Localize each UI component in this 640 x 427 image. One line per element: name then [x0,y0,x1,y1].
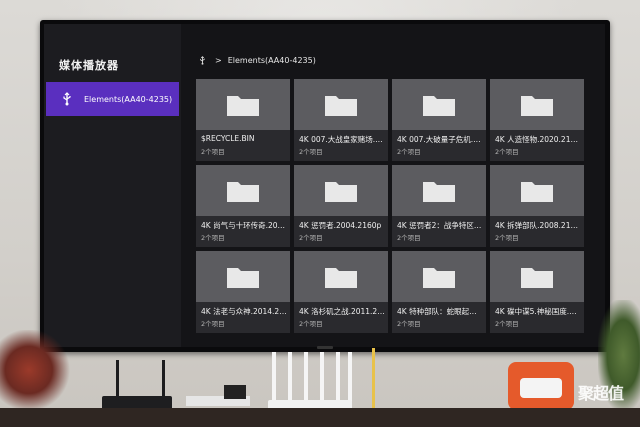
folder-tile[interactable]: 4K 惩罚者.2004.2160p 2个项目 [294,165,388,247]
usb-icon [63,92,71,106]
breadcrumb: > Elements(AA40-4235) [198,55,316,66]
folder-count: 2个项目 [397,148,421,156]
folder-thumbnail [490,251,584,302]
folder-tile[interactable]: 4K 007.大战皇家赌场.2006 2个项目 [294,79,388,161]
folder-name: 4K 尚气与十环传奇.2021 [201,221,287,230]
folder-tile[interactable]: 4K 尚气与十环传奇.2021 2个项目 [196,165,290,247]
folder-icon [227,95,259,116]
folder-name: 4K 人造怪物.2020.2160p [495,135,581,144]
white-router-antenna [320,352,324,402]
folder-tile[interactable]: 4K 碟中谍5.神秘国度.2015 2个项目 [490,251,584,333]
white-router-antenna [288,352,292,402]
folder-icon [325,95,357,116]
folder-name: 4K 惩罚者2：战争特区.2008 [397,221,483,230]
folder-count: 2个项目 [495,234,519,242]
folder-icon [325,181,357,202]
usb-icon [200,56,205,65]
folder-name: 4K 洛杉矶之战.2011.2160p [299,307,385,316]
breadcrumb-path[interactable]: Elements(AA40-4235) [228,56,316,65]
white-router-antenna [348,352,352,402]
main-panel: > Elements(AA40-4235) $RECYCLE.BIN 2个项目 … [181,24,605,347]
folder-tile[interactable]: 4K 法老与众神.2014.2160p 2个项目 [196,251,290,333]
folder-count: 2个项目 [397,320,421,328]
folder-count: 2个项目 [495,320,519,328]
decorative-plant [0,330,72,410]
sidebar: 媒体播放器 Elements(AA40-4235) [44,24,181,347]
tv-logo [317,346,333,349]
folder-icon [227,267,259,288]
white-router-antenna [336,352,340,402]
folder-name: 4K 惩罚者.2004.2160p [299,221,382,230]
folder-tile[interactable]: 4K 惩罚者2：战争特区.2008 2个项目 [392,165,486,247]
folder-thumbnail [392,251,486,302]
folder-icon [423,95,455,116]
shelf [0,408,640,427]
folder-thumbnail [294,165,388,216]
folder-icon [423,267,455,288]
folder-count: 2个项目 [299,234,323,242]
folder-count: 2个项目 [201,320,225,328]
app-title: 媒体播放器 [59,59,119,72]
folder-icon [423,181,455,202]
folder-tile[interactable]: 4K 特种部队：蛇眼起源.2021 2个项目 [392,251,486,333]
folder-name: 4K 法老与众神.2014.2160p [201,307,287,316]
folder-tile[interactable]: 4K 007.大破量子危机.2008 2个项目 [392,79,486,161]
folder-thumbnail [490,79,584,130]
black-box [224,385,246,399]
folder-icon [227,181,259,202]
folder-thumbnail [392,165,486,216]
folder-name: 4K 007.大破量子危机.2008 [397,135,483,144]
folder-tile[interactable]: 4K 人造怪物.2020.2160p 2个项目 [490,79,584,161]
folder-grid: $RECYCLE.BIN 2个项目 4K 007.大战皇家赌场.2006 2个项… [196,79,586,339]
folder-tile[interactable]: $RECYCLE.BIN 2个项目 [196,79,290,161]
folder-thumbnail [392,79,486,130]
folder-name: 4K 拆弹部队.2008.2160p [495,221,581,230]
folder-tile[interactable]: 4K 拆弹部队.2008.2160p 2个项目 [490,165,584,247]
folder-name: 4K 碟中谍5.神秘国度.2015 [495,307,581,316]
watermark-text: 聚超值 [578,384,624,403]
orange-speaker-panel [520,378,562,398]
tv-screen: 媒体播放器 Elements(AA40-4235) > Elements(AA4… [44,24,605,347]
sidebar-item-label: Elements(AA40-4235) [84,94,173,104]
folder-count: 2个项目 [299,320,323,328]
folder-thumbnail [294,251,388,302]
folder-icon [521,267,553,288]
folder-name: $RECYCLE.BIN [201,134,255,143]
folder-count: 2个项目 [397,234,421,242]
folder-icon [325,267,357,288]
folder-tile[interactable]: 4K 洛杉矶之战.2011.2160p 2个项目 [294,251,388,333]
folder-thumbnail [196,79,290,130]
folder-name: 4K 特种部队：蛇眼起源.2021 [397,307,483,316]
white-router-antenna [304,352,308,402]
folder-icon [521,95,553,116]
breadcrumb-separator: > [215,56,222,65]
folder-icon [521,181,553,202]
folder-count: 2个项目 [201,234,225,242]
sidebar-item-drive[interactable]: Elements(AA40-4235) [46,82,179,116]
folder-count: 2个项目 [201,148,225,156]
folder-count: 2个项目 [299,148,323,156]
folder-thumbnail [490,165,584,216]
folder-count: 2个项目 [495,148,519,156]
router-antenna [162,360,165,398]
yellow-cable [372,348,375,408]
folder-thumbnail [196,165,290,216]
white-router-antenna [272,352,276,402]
router-antenna [116,360,119,398]
folder-name: 4K 007.大战皇家赌场.2006 [299,135,385,144]
folder-thumbnail [196,251,290,302]
folder-thumbnail [294,79,388,130]
